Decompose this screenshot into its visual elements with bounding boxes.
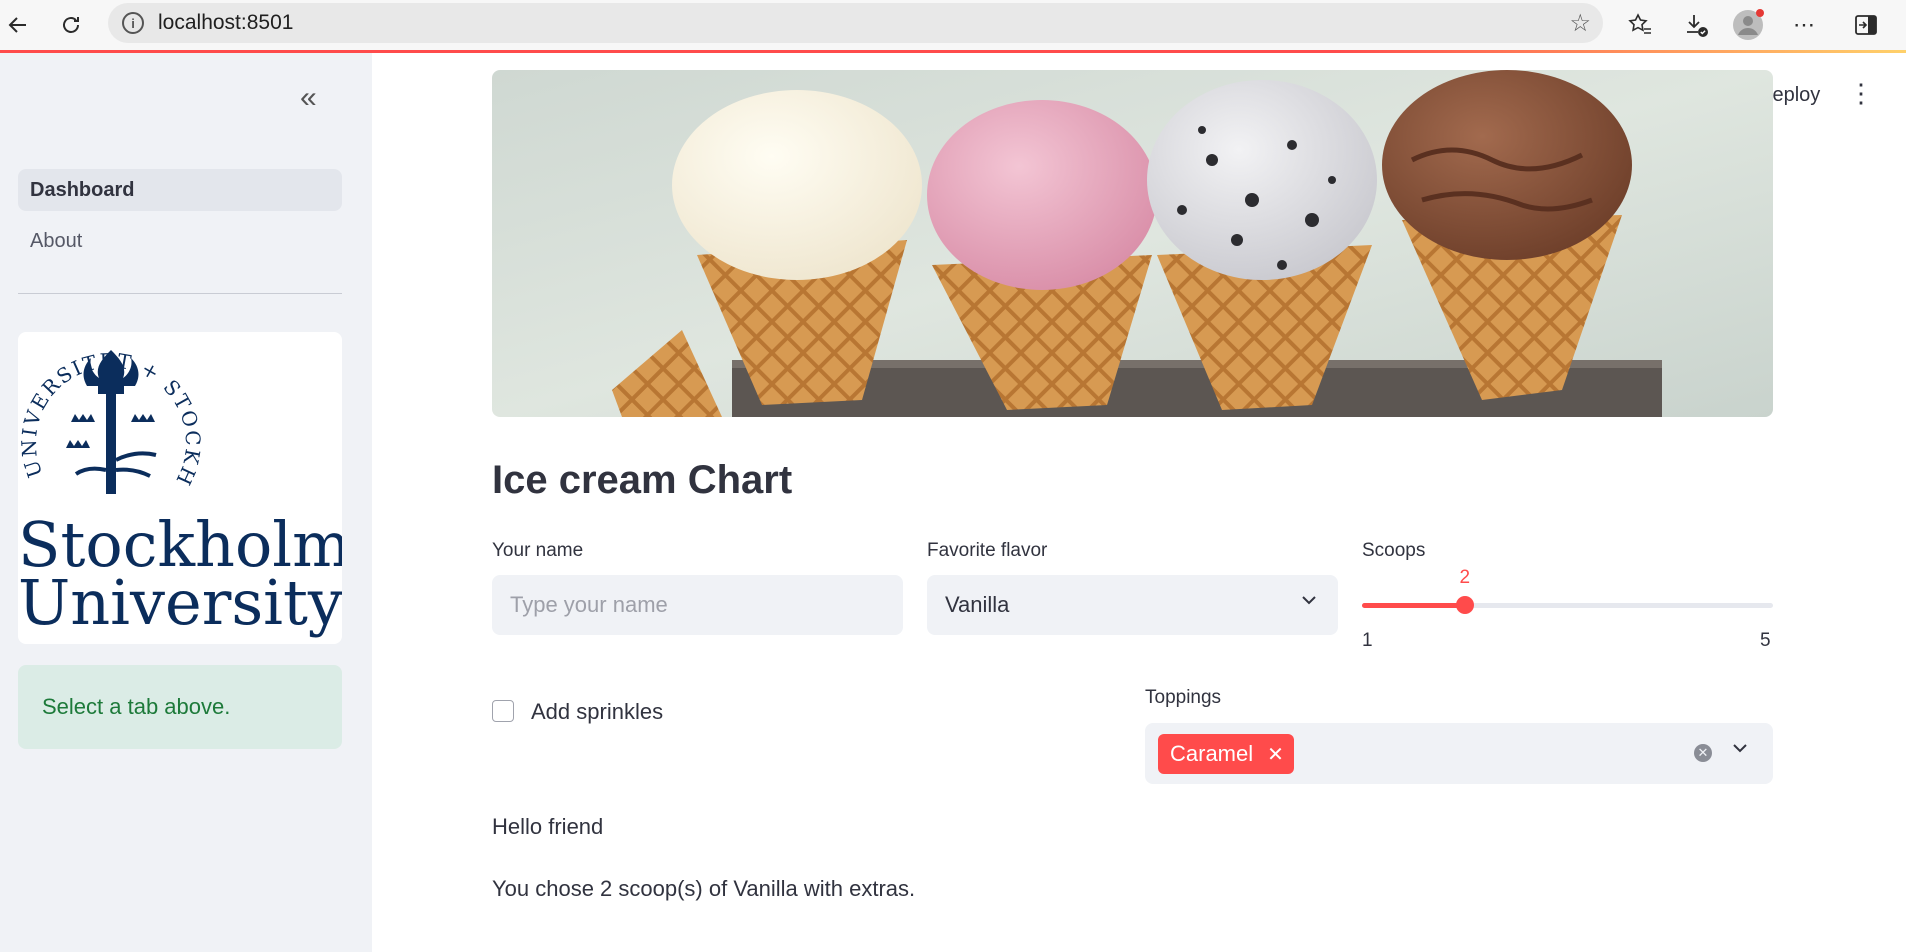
sidebar-divider xyxy=(18,293,342,294)
sidebar-item-label: Dashboard xyxy=(30,178,135,201)
back-arrow-icon[interactable] xyxy=(0,7,36,43)
sidebar-item-label: About xyxy=(30,229,83,252)
toppings-label: Toppings xyxy=(1145,687,1222,708)
page-title: Ice cream Chart xyxy=(492,458,793,502)
info-alert-text: Select a tab above. xyxy=(42,694,231,719)
chevron-down-icon[interactable] xyxy=(1731,739,1749,763)
collapse-icon[interactable]: « xyxy=(300,81,317,115)
sprinkles-checkbox[interactable] xyxy=(492,700,514,722)
info-icon[interactable]: i xyxy=(122,12,144,34)
info-alert: Select a tab above. xyxy=(18,665,342,749)
reload-icon[interactable] xyxy=(53,7,89,43)
name-input-placeholder: Type your name xyxy=(510,592,668,617)
topping-tag-label: Caramel xyxy=(1170,741,1254,766)
clear-icon[interactable]: ✕ xyxy=(1694,744,1712,762)
browser-toolbar: i localhost:8501 ☆ ⋯ xyxy=(0,0,1906,51)
topping-tag: Caramel ✕ xyxy=(1158,734,1294,774)
slider-max-value: 5 xyxy=(1760,630,1771,651)
university-seal-icon: UNIVERSITET + STOCKHOLMS xyxy=(18,332,203,494)
summary-text: You chose 2 scoop(s) of Vanilla with ext… xyxy=(492,876,916,901)
close-icon[interactable]: ✕ xyxy=(1267,742,1284,767)
star-icon[interactable]: ☆ xyxy=(1569,9,1591,38)
flavor-select[interactable]: Vanilla xyxy=(927,575,1338,635)
hero-image xyxy=(492,70,1773,417)
slider-fill xyxy=(1362,603,1465,608)
address-bar[interactable]: i localhost:8501 ☆ xyxy=(108,3,1603,43)
name-input[interactable]: Type your name xyxy=(492,575,903,635)
sidebar-toggle-icon[interactable] xyxy=(1848,7,1884,43)
favorites-icon[interactable] xyxy=(1622,7,1658,43)
name-field-label: Your name xyxy=(492,540,584,561)
more-icon[interactable]: ⋯ xyxy=(1786,7,1822,43)
slider-min-value: 1 xyxy=(1362,630,1373,651)
flavor-select-label: Favorite flavor xyxy=(927,540,1048,561)
slider-thumb[interactable] xyxy=(1455,596,1474,614)
sidebar-item-dashboard[interactable]: Dashboard xyxy=(18,169,342,211)
slider-current-value: 2 xyxy=(1459,567,1471,588)
flavor-select-value: Vanilla xyxy=(945,592,1010,617)
sidebar: « Dashboard About UNIVERSITET + STOCKHOL… xyxy=(0,53,372,952)
sidebar-item-about[interactable]: About xyxy=(18,220,342,262)
greeting-text: Hello friend xyxy=(492,814,604,839)
url-text[interactable]: localhost:8501 xyxy=(158,11,293,35)
stockholm-university-logo: UNIVERSITET + STOCKHOLMS Stockholm Unive… xyxy=(18,332,342,644)
sprinkles-checkbox-label[interactable]: Add sprinkles xyxy=(531,699,663,725)
logo-line-2: University xyxy=(18,566,342,639)
chevron-down-icon xyxy=(1300,591,1318,615)
download-icon[interactable] xyxy=(1678,7,1714,43)
scoops-slider-label: Scoops xyxy=(1362,540,1426,561)
toppings-multiselect[interactable]: Caramel ✕ ✕ xyxy=(1145,723,1773,784)
profile-icon[interactable] xyxy=(1730,7,1766,43)
kebab-menu-icon[interactable]: ⋮ xyxy=(1848,80,1874,106)
scoops-slider[interactable]: 2 xyxy=(1362,567,1773,614)
